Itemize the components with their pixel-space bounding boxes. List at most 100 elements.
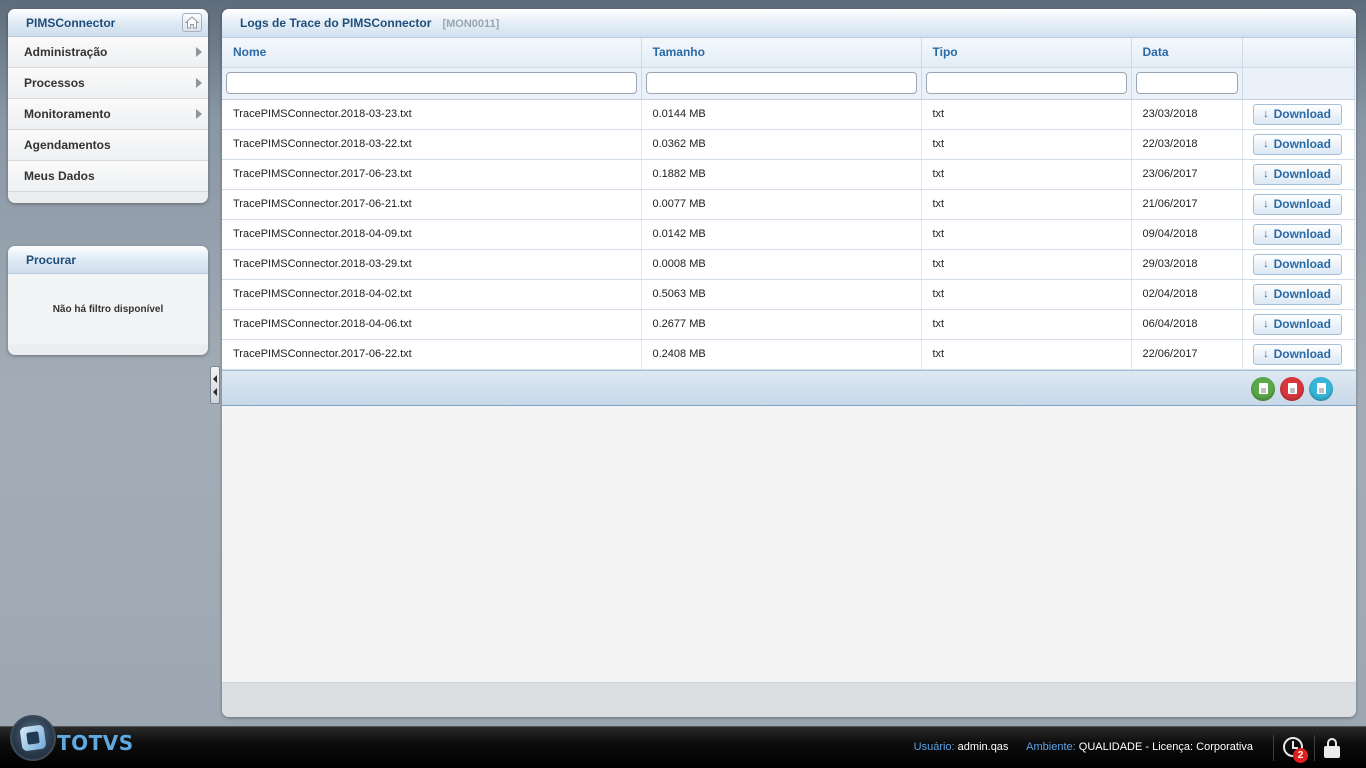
download-arrow-icon: ↓ <box>1263 198 1269 210</box>
cell-action: ↓ Download <box>1242 339 1355 370</box>
table-row[interactable]: TracePIMSConnector.2017-06-21.txt 0.0077 … <box>222 189 1355 220</box>
cell-nome: TracePIMSConnector.2018-04-02.txt <box>222 279 642 310</box>
table-row[interactable]: TracePIMSConnector.2018-03-23.txt 0.0144 … <box>222 99 1355 130</box>
cell-action: ↓ Download <box>1242 309 1355 340</box>
download-label: Download <box>1273 107 1331 121</box>
collapse-arrow-icon <box>213 387 217 396</box>
nav-item-administra-o[interactable]: Administração <box>8 37 208 68</box>
download-button[interactable]: ↓ Download <box>1252 253 1342 275</box>
table-row[interactable]: TracePIMSConnector.2017-06-22.txt 0.2408 … <box>222 339 1355 370</box>
user-label: Usuário: <box>913 741 955 753</box>
filter-tamanho-input[interactable] <box>645 72 917 94</box>
cell-nome: TracePIMSConnector.2018-03-23.txt <box>222 99 642 130</box>
cell-nome: TracePIMSConnector.2018-04-06.txt <box>222 309 642 340</box>
cell-tamanho: 0.5063 MB <box>641 279 922 310</box>
cell-data: 06/04/2018 <box>1131 309 1243 340</box>
download-button[interactable]: ↓ Download <box>1252 313 1342 335</box>
chevron-right-icon <box>196 47 202 57</box>
sidebar-collapse-handle[interactable] <box>210 366 220 404</box>
filter-row <box>222 67 1355 100</box>
download-label: Download <box>1273 167 1331 181</box>
cell-tipo: txt <box>921 189 1132 220</box>
table-row[interactable]: TracePIMSConnector.2018-03-22.txt 0.0362 … <box>222 129 1355 160</box>
main-panel: Logs de Trace do PIMSConnector [MON0011]… <box>222 9 1356 717</box>
nav-title: PIMSConnector <box>26 16 116 30</box>
divider <box>1314 735 1315 761</box>
download-button[interactable]: ↓ Download <box>1252 163 1342 185</box>
column-header-tipo[interactable]: Tipo <box>921 38 1132 68</box>
download-button[interactable]: ↓ Download <box>1252 283 1342 305</box>
cell-action: ↓ Download <box>1242 219 1355 250</box>
nav-item-processos[interactable]: Processos <box>8 68 208 99</box>
search-empty-text: Não há filtro disponível <box>8 274 208 344</box>
download-arrow-icon: ↓ <box>1263 108 1269 120</box>
download-label: Download <box>1273 317 1331 331</box>
filter-tipo-input[interactable] <box>925 72 1127 94</box>
download-button[interactable]: ↓ Download <box>1252 133 1342 155</box>
table-body: TracePIMSConnector.2018-03-23.txt 0.0144 … <box>222 99 1355 370</box>
cell-tipo: txt <box>921 279 1132 310</box>
filter-data-input[interactable] <box>1135 72 1238 94</box>
download-button[interactable]: ↓ Download <box>1252 223 1342 245</box>
search-panel: Procurar Não há filtro disponível <box>8 246 208 355</box>
download-label: Download <box>1273 137 1331 151</box>
cell-data: 23/03/2018 <box>1131 99 1243 130</box>
table-row[interactable]: TracePIMSConnector.2018-04-02.txt 0.5063 … <box>222 279 1355 310</box>
nav-item-label: Administração <box>24 45 108 59</box>
export-pdf-button[interactable] <box>1280 376 1304 401</box>
download-button[interactable]: ↓ Download <box>1252 103 1342 125</box>
download-label: Download <box>1273 287 1331 301</box>
divider <box>1273 735 1274 761</box>
nav-item-meus-dados[interactable]: Meus Dados <box>8 161 208 192</box>
download-arrow-icon: ↓ <box>1263 258 1269 270</box>
main-bottom-strip <box>222 682 1356 717</box>
cell-tamanho: 0.0142 MB <box>641 219 922 250</box>
notification-badge[interactable]: 2 <box>1293 748 1308 763</box>
nav-menu: Administração Processos Monitoramento Agend… <box>8 37 208 192</box>
cell-data: 29/03/2018 <box>1131 249 1243 280</box>
grid-footer <box>222 369 1356 406</box>
nav-panel: PIMSConnector Administração Processos Moni… <box>8 9 208 203</box>
cell-tipo: txt <box>921 159 1132 190</box>
export-excel-button[interactable] <box>1251 376 1275 401</box>
download-button[interactable]: ↓ Download <box>1252 193 1342 215</box>
bottom-bar: TOTVS Usuário: admin.qas Ambiente: QUALI… <box>0 715 1366 768</box>
table-header-row: Nome Tamanho Tipo Data <box>222 38 1355 68</box>
export-csv-button[interactable] <box>1309 376 1333 401</box>
table-row[interactable]: TracePIMSConnector.2017-06-23.txt 0.1882 … <box>222 159 1355 190</box>
column-header-data[interactable]: Data <box>1131 38 1243 68</box>
filter-nome-input[interactable] <box>226 72 637 94</box>
cell-tamanho: 0.0144 MB <box>641 99 922 130</box>
content-empty-area <box>222 405 1356 682</box>
nav-item-agendamentos[interactable]: Agendamentos <box>8 130 208 161</box>
environment-label: Ambiente: <box>1026 741 1076 753</box>
column-header-tamanho[interactable]: Tamanho <box>641 38 922 68</box>
cell-action: ↓ Download <box>1242 249 1355 280</box>
table-row[interactable]: TracePIMSConnector.2018-04-06.txt 0.2677 … <box>222 309 1355 340</box>
home-icon <box>185 16 199 29</box>
cell-nome: TracePIMSConnector.2018-03-22.txt <box>222 129 642 160</box>
page-code: [MON0011] <box>442 18 500 30</box>
cell-tamanho: 0.0077 MB <box>641 189 922 220</box>
nav-item-label: Agendamentos <box>24 138 111 152</box>
lock-icon[interactable] <box>1324 738 1340 758</box>
page-title: Logs de Trace do PIMSConnector <box>240 16 432 30</box>
download-button[interactable]: ↓ Download <box>1252 343 1342 365</box>
status-line: Usuário: admin.qas Ambiente: QUALIDADE -… <box>914 741 1253 753</box>
cell-tamanho: 0.2677 MB <box>641 309 922 340</box>
cell-tipo: txt <box>921 309 1132 340</box>
cell-data: 21/06/2017 <box>1131 189 1243 220</box>
cell-data: 22/06/2017 <box>1131 339 1243 370</box>
cell-nome: TracePIMSConnector.2017-06-22.txt <box>222 339 642 370</box>
table-row[interactable]: TracePIMSConnector.2018-04-09.txt 0.0142 … <box>222 219 1355 250</box>
column-header-nome[interactable]: Nome <box>222 38 642 68</box>
cell-action: ↓ Download <box>1242 99 1355 130</box>
nav-item-monitoramento[interactable]: Monitoramento <box>8 99 208 130</box>
download-arrow-icon: ↓ <box>1263 348 1269 360</box>
table-row[interactable]: TracePIMSConnector.2018-03-29.txt 0.0008 … <box>222 249 1355 280</box>
cell-tipo: txt <box>921 99 1132 130</box>
home-button[interactable] <box>182 13 202 32</box>
totvs-logo-icon <box>10 715 56 761</box>
nav-item-label: Meus Dados <box>24 169 95 183</box>
cell-data: 09/04/2018 <box>1131 219 1243 250</box>
